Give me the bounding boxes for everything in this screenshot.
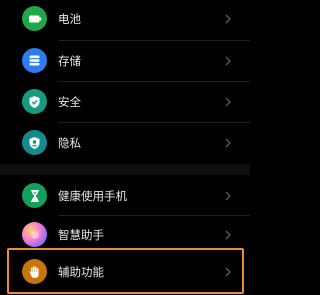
settings-item-label: 电池	[58, 11, 81, 26]
group-separator	[0, 164, 250, 175]
settings-item-storage[interactable]: 存储	[0, 40, 250, 81]
chevron-right-icon	[225, 97, 231, 106]
settings-item-label: 智慧助手	[58, 227, 104, 242]
settings-item-label: 健康使用手机	[58, 188, 127, 203]
settings-item-privacy[interactable]: 隐私	[0, 122, 250, 163]
privacy-icon	[22, 130, 47, 155]
settings-item-battery[interactable]: 电池	[0, 0, 250, 39]
chevron-right-icon	[225, 191, 231, 200]
chevron-right-icon	[225, 14, 231, 23]
battery-icon	[22, 6, 47, 31]
settings-item-label: 隐私	[58, 135, 81, 150]
settings-item-label: 安全	[58, 94, 81, 109]
chevron-right-icon	[225, 138, 231, 147]
settings-item-security[interactable]: 安全	[0, 81, 250, 122]
settings-list: 电池 存储 安全 隐私 健康使用手机 智慧助手 辅助功能	[0, 0, 250, 295]
chevron-right-icon	[225, 56, 231, 65]
smart-assistant-icon	[22, 222, 47, 247]
highlight-box	[7, 248, 244, 294]
settings-item-digital-balance[interactable]: 健康使用手机	[0, 175, 250, 216]
chevron-right-icon	[225, 230, 231, 239]
settings-item-label: 存储	[58, 53, 81, 68]
hourglass-icon	[22, 183, 47, 208]
storage-icon	[22, 48, 47, 73]
security-shield-icon	[22, 89, 47, 114]
